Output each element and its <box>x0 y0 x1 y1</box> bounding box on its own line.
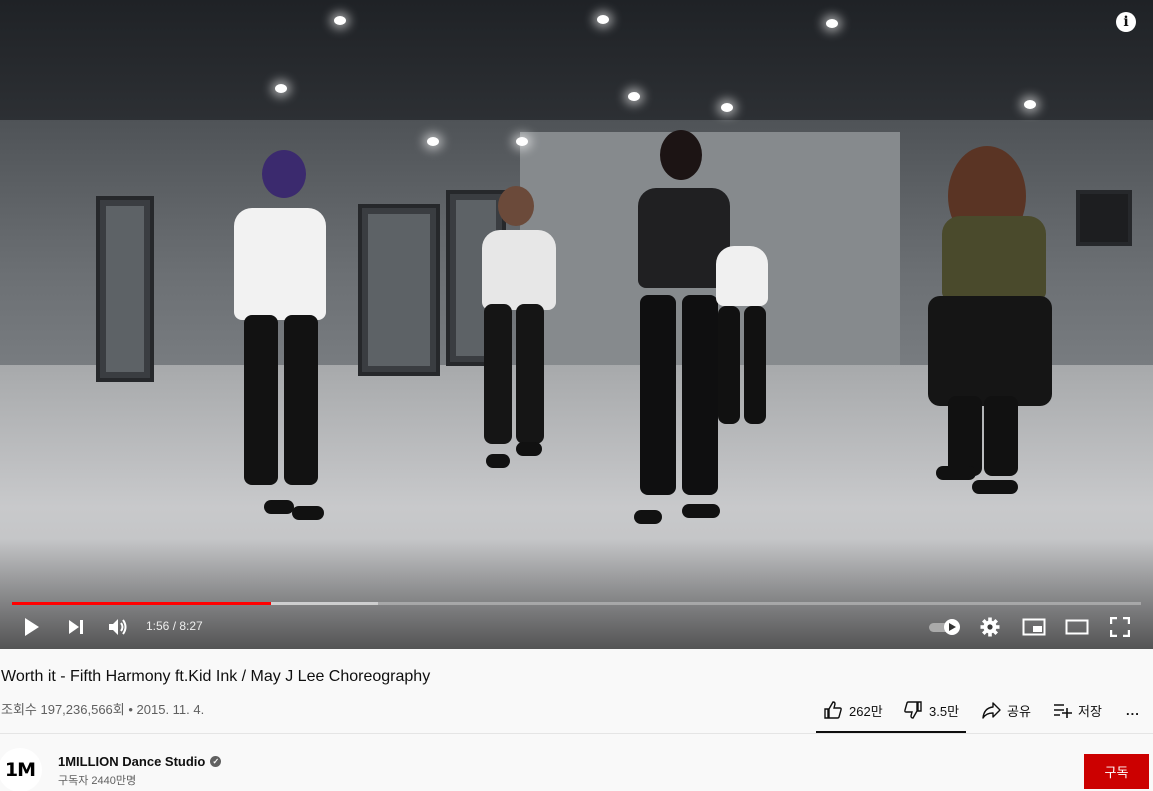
progress-bar[interactable] <box>12 602 1141 605</box>
video-title: Worth it - Fifth Harmony ft.Kid Ink / Ma… <box>1 668 431 685</box>
channel-name[interactable]: 1MILLION Dance Studio <box>58 754 205 769</box>
ceiling-light <box>516 137 528 146</box>
fullscreen-icon <box>1110 617 1130 637</box>
thumbs-down-icon <box>904 701 922 719</box>
ceiling-light <box>826 19 838 28</box>
volume-icon <box>109 619 127 635</box>
fullscreen-button[interactable] <box>1106 609 1134 645</box>
settings-button[interactable] <box>976 609 1004 645</box>
ceiling-light <box>628 92 640 101</box>
video-frame[interactable] <box>0 0 1153 649</box>
ceiling-light <box>275 84 287 93</box>
subscribe-button[interactable]: 구독 <box>1084 754 1149 789</box>
progress-played <box>12 602 271 605</box>
save-playlist-icon <box>1054 704 1072 718</box>
dancer <box>472 186 564 476</box>
player-controls: 1:56 / 8:27 <box>0 609 1153 645</box>
dislike-button[interactable]: 3.5만 <box>903 692 959 728</box>
save-label: 저장 <box>1078 703 1102 719</box>
autoplay-toggle[interactable] <box>926 609 964 645</box>
miniplayer-button[interactable] <box>1020 609 1048 645</box>
play-icon <box>25 618 39 636</box>
save-button[interactable]: 저장 <box>1052 692 1102 728</box>
settings-icon <box>980 617 1000 637</box>
share-button[interactable]: 공유 <box>981 692 1031 728</box>
divider <box>0 733 1153 734</box>
current-time: 1:56 <box>146 619 170 633</box>
studio-ceiling <box>0 0 1153 140</box>
studio-door <box>358 204 440 376</box>
channel-avatar[interactable]: 1M <box>0 748 42 791</box>
thumbs-up-icon <box>824 701 842 719</box>
video-player[interactable]: i 1:56 / 8:27 <box>0 0 1153 649</box>
theater-icon <box>1065 619 1089 635</box>
duration: 8:27 <box>179 619 203 633</box>
volume-button[interactable] <box>104 609 132 645</box>
video-meta: 조회수 197,236,566회 • 2015. 11. 4. <box>1 702 205 717</box>
dancer <box>222 150 332 520</box>
more-actions-button[interactable]: ... <box>1126 692 1140 728</box>
channel-name-row[interactable]: 1MILLION Dance Studio ✓ <box>58 754 222 769</box>
ceiling-light <box>1024 100 1036 109</box>
dancer <box>928 146 1058 506</box>
ceiling-light <box>721 103 733 112</box>
theater-mode-button[interactable] <box>1062 609 1092 645</box>
dancer <box>712 206 774 444</box>
studio-door <box>96 196 154 382</box>
dislike-count: 3.5만 <box>929 703 960 719</box>
autoplay-icon <box>929 619 960 635</box>
next-button[interactable] <box>62 609 90 645</box>
ceiling-light <box>334 16 346 25</box>
subscriber-count: 구독자 2440만명 <box>58 775 137 787</box>
ceiling-light <box>597 15 609 24</box>
more-icon: ... <box>1126 702 1140 718</box>
time-separator: / <box>169 619 180 633</box>
share-icon <box>982 702 1001 719</box>
speaker <box>1076 190 1132 246</box>
share-label: 공유 <box>1007 703 1031 719</box>
like-count: 262만 <box>849 703 883 719</box>
play-button[interactable] <box>18 609 46 645</box>
like-button[interactable]: 262만 <box>823 692 883 728</box>
ceiling-light <box>427 137 439 146</box>
verified-icon: ✓ <box>210 756 222 767</box>
miniplayer-icon <box>1022 618 1046 636</box>
next-icon <box>69 620 83 634</box>
info-icon[interactable]: i <box>1116 12 1136 32</box>
time-display: 1:56 / 8:27 <box>146 619 203 633</box>
